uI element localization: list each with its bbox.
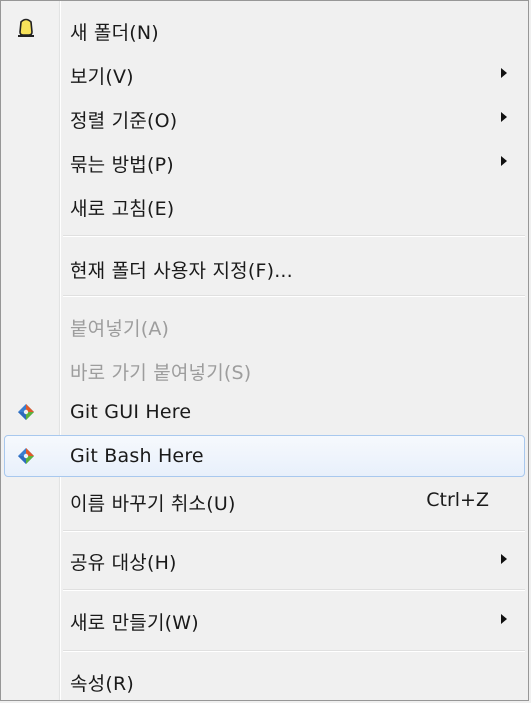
menu-item-properties[interactable]: 속성(R) [4, 661, 525, 699]
menu-separator [63, 235, 525, 237]
submenu-arrow-icon [501, 156, 507, 166]
menu-separator [63, 295, 525, 297]
menu-item-label: 속성(R) [70, 673, 134, 695]
menu-separator [63, 589, 525, 591]
menu-item-undo-rename[interactable]: 이름 바꾸기 취소(U) Ctrl+Z [4, 481, 525, 519]
menu-item-label: 새 폴더(N) [70, 22, 159, 44]
menu-item-label: 새로 고침(E) [70, 198, 175, 220]
menu-item-label: 붙여넣기(A) [70, 318, 170, 340]
submenu-arrow-icon [501, 112, 507, 122]
submenu-arrow-icon [501, 554, 507, 564]
shortcut-text: Ctrl+Z [426, 489, 489, 511]
menu-item-group-by[interactable]: 묶는 방법(P) [4, 142, 525, 180]
menu-item-sort-by[interactable]: 정렬 기준(O) [4, 98, 525, 136]
menu-item-paste: 붙여넣기(A) [4, 306, 525, 344]
menu-item-new[interactable]: 새로 만들기(W) [4, 600, 525, 638]
menu-item-label: 정렬 기준(O) [70, 110, 178, 132]
submenu-arrow-icon [501, 614, 507, 624]
menu-item-label: Git GUI Here [70, 401, 192, 423]
new-folder-icon [18, 18, 34, 37]
menu-item-customize-folder[interactable]: 현재 폴더 사용자 지정(F)... [4, 248, 525, 286]
menu-item-share-with[interactable]: 공유 대상(H) [4, 540, 525, 578]
submenu-arrow-icon [501, 68, 507, 78]
menu-item-label: 묶는 방법(P) [70, 154, 174, 176]
menu-item-label: 이름 바꾸기 취소(U) [70, 493, 236, 515]
menu-item-git-bash[interactable]: Git Bash Here [4, 435, 525, 477]
menu-item-label: 공유 대상(H) [70, 552, 177, 574]
menu-item-label: 바로 가기 붙여넣기(S) [70, 362, 252, 384]
menu-item-label: 현재 폴더 사용자 지정(F)... [70, 260, 293, 282]
menu-item-label: 새로 만들기(W) [70, 612, 199, 634]
menu-item-label: Git Bash Here [70, 445, 204, 467]
git-icon [18, 448, 34, 464]
menu-separator [63, 650, 525, 652]
git-icon [18, 404, 34, 420]
menu-item-paste-shortcut: 바로 가기 붙여넣기(S) [4, 350, 525, 388]
menu-item-label: 보기(V) [70, 66, 134, 88]
menu-item-git-gui[interactable]: Git GUI Here [4, 393, 525, 431]
menu-item-new-folder[interactable]: 새 폴더(N) [4, 10, 525, 48]
context-menu: 새 폴더(N) 보기(V) 정렬 기준(O) 묶는 방법(P) 새로 고침(E)… [0, 0, 529, 701]
menu-item-view[interactable]: 보기(V) [4, 54, 525, 92]
menu-separator [63, 530, 525, 532]
menu-item-refresh[interactable]: 새로 고침(E) [4, 186, 525, 224]
